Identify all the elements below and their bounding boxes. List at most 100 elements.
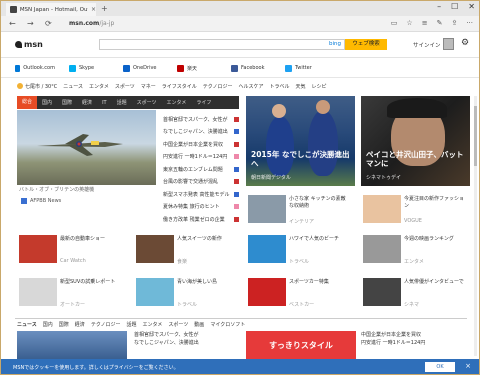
category-link[interactable]: レシピ <box>312 84 327 90</box>
reading-view-icon[interactable]: ▭ <box>391 19 398 27</box>
share-icon[interactable]: ⇪ <box>451 19 457 27</box>
news-card-title: 最新の自動車ショー <box>60 236 106 242</box>
news-tab[interactable]: スポーツ <box>132 99 162 106</box>
news-card-source: VOGUE <box>404 218 422 224</box>
msn-logo[interactable]: msn <box>15 40 43 49</box>
category-link[interactable]: マネー <box>141 84 156 90</box>
bottom-tab[interactable]: マイクロソフト <box>210 321 245 328</box>
headline-item[interactable]: 新型スマホ発表 高性能モデル <box>163 188 239 201</box>
headline-item[interactable]: 中国企業が日本企業を買収 <box>163 138 239 151</box>
quicklink-5[interactable]: Twitter <box>271 59 325 77</box>
category-link[interactable]: テクノロジー <box>203 84 233 90</box>
quicklink-4[interactable]: Facebook <box>217 59 271 77</box>
close-window-icon[interactable]: ✕ <box>468 2 475 11</box>
headline-item[interactable]: 働き方改革 残業ゼロの企業 <box>163 213 239 226</box>
web-search-button[interactable]: ウェブ検索 <box>345 39 387 50</box>
quicklink-icon <box>15 64 21 72</box>
news-tab[interactable]: 話題 <box>112 99 132 106</box>
bottom-tab[interactable]: 話題 <box>127 321 137 328</box>
news-card[interactable]: 新型SUVの試乗レポート オートカー <box>17 276 125 314</box>
ok-button[interactable]: OK <box>425 362 455 372</box>
bottom-feature-card[interactable]: すっきりスタイル <box>246 331 356 359</box>
headline-text: 円安進行 一時1ドル＝124円 <box>163 154 228 161</box>
category-link[interactable]: スポーツ <box>115 84 135 90</box>
news-card[interactable]: 人気俳優がインタビューで シネマ <box>361 276 469 314</box>
quicklink-0[interactable]: Outlook.com <box>1 59 55 77</box>
close-tab-icon[interactable]: × <box>91 6 96 13</box>
news-card-title: 小さな家 キッチンの素敵な収納術 <box>289 196 346 209</box>
category-link[interactable]: ニュース <box>63 84 83 90</box>
favorite-star-icon[interactable]: ☆ <box>406 19 412 27</box>
msn-header: msn bing ウェブ検索 サインイン ⚙ <box>1 32 479 58</box>
minimize-icon[interactable]: – <box>437 2 441 11</box>
news-card[interactable]: スポーツカー特集 ベストカー <box>246 276 354 314</box>
bottom-tab[interactable]: 国際 <box>59 321 69 328</box>
category-link[interactable]: ヘルスケア <box>238 84 263 90</box>
bottom-tab[interactable]: エンタメ <box>143 321 163 328</box>
more-icon[interactable]: ··· <box>466 19 473 27</box>
bottom-card-text[interactable]: 首相官邸でスパーク、女性が なでしこジャパン、決勝進出 <box>134 331 226 359</box>
bottom-tab[interactable]: 国内 <box>43 321 53 328</box>
news-tab[interactable]: IT <box>97 100 112 106</box>
headline-item[interactable]: 台風の影響で交通が混乱 <box>163 176 239 189</box>
news-tab[interactable]: 国内 <box>37 99 57 106</box>
address-bar[interactable]: msn.com/ja-jp <box>69 20 114 27</box>
gear-icon[interactable]: ⚙ <box>461 38 469 48</box>
browser-tab[interactable]: MSN Japan - Hotmail, Out × <box>6 3 96 16</box>
feature-card-soccer[interactable]: 2015年 なでしこが決勝進出へ 朝日新聞デジタル <box>246 96 355 186</box>
news-card[interactable]: ハワイで人気のビーチ トラベル <box>246 233 354 271</box>
headline-item[interactable]: 円安進行 一時1ドル＝124円 <box>163 151 239 164</box>
source-badge-icon <box>234 129 239 135</box>
headline-item[interactable]: 東京五輪のエンブレム問題 <box>163 163 239 176</box>
headline-item[interactable]: なでしこジャパン、決勝進出 <box>163 126 239 139</box>
news-card[interactable]: 今夏注目の新作ファッション VOGUE <box>361 193 471 231</box>
category-link[interactable]: ライフスタイル <box>162 84 197 90</box>
news-tab[interactable]: 国際 <box>57 99 77 106</box>
signin-link[interactable]: サインイン <box>413 41 441 49</box>
quicklink-1[interactable]: Skype <box>55 59 109 77</box>
bottom-tab[interactable]: 動画 <box>194 321 204 328</box>
quicklink-2[interactable]: OneDrive <box>109 59 163 77</box>
news-card[interactable]: 最新の自動車ショー Car Watch <box>17 233 125 271</box>
forward-icon[interactable]: → <box>27 19 34 28</box>
bottom-tab[interactable]: 経済 <box>75 321 85 328</box>
hero-card[interactable]: バトル・オブ・ブリテンの英雄機 AFPBB News <box>17 110 156 204</box>
scrollbar-thumb[interactable] <box>474 106 477 166</box>
quicklink-3[interactable]: 楽天 <box>163 59 217 77</box>
news-card[interactable]: 今週の映画ランキング エンタメ <box>361 233 469 271</box>
bottom-card-text[interactable]: 中国企業が日本企業を買収 円安進行 一時1ドル＝124円 <box>361 331 461 359</box>
bottom-card-image[interactable] <box>17 331 127 359</box>
maximize-icon[interactable]: ☐ <box>451 2 458 11</box>
new-tab-icon[interactable]: + <box>101 4 108 13</box>
category-link[interactable]: トラベル <box>270 84 290 90</box>
scrollbar[interactable] <box>474 96 477 356</box>
headline-text: 台風の影響で交通が混乱 <box>163 179 219 186</box>
close-icon[interactable]: × <box>465 362 471 370</box>
news-tab[interactable]: 経済 <box>77 99 97 106</box>
hub-icon[interactable]: ≡ <box>422 19 428 27</box>
bottom-tab[interactable]: テクノロジー <box>91 321 121 328</box>
bottom-tab[interactable]: ニュース <box>17 321 37 328</box>
news-card[interactable]: 人気スイーツの新作 食楽 <box>134 233 242 271</box>
source-badge-icon <box>234 154 239 160</box>
bottom-headline: 首相官邸でスパーク、女性が <box>134 332 199 338</box>
quicklink-icon <box>69 64 76 72</box>
headline-item[interactable]: 首相官邸でスパーク、女性が <box>163 113 239 126</box>
headline-item[interactable]: 夏休み特集 旅行のヒント <box>163 201 239 214</box>
category-link[interactable]: エンタメ <box>89 84 109 90</box>
source-badge-icon <box>234 116 239 122</box>
web-note-icon[interactable]: ✎ <box>437 19 443 27</box>
feature-card-actor[interactable]: ペイコと井沢山田子、バットマンに シネマトゥデイ <box>361 96 470 186</box>
news-tab[interactable]: エンタメ <box>162 99 192 106</box>
news-tab[interactable]: ライフ <box>191 99 216 106</box>
search-input[interactable]: bing <box>99 39 345 50</box>
news-card[interactable]: 小さな家 キッチンの素敵な収納術 インテリア <box>246 193 356 231</box>
news-tab[interactable]: 総合 <box>17 96 38 109</box>
weather-widget[interactable]: 七尾市 / 30°C <box>17 83 57 90</box>
back-icon[interactable]: ← <box>9 19 16 28</box>
avatar[interactable] <box>443 38 454 50</box>
refresh-icon[interactable]: ⟳ <box>45 19 52 28</box>
category-link[interactable]: 天気 <box>296 84 306 90</box>
bottom-tab[interactable]: スポーツ <box>168 321 188 328</box>
news-card[interactable]: 青い海が美しい島 トラベル <box>134 276 242 314</box>
